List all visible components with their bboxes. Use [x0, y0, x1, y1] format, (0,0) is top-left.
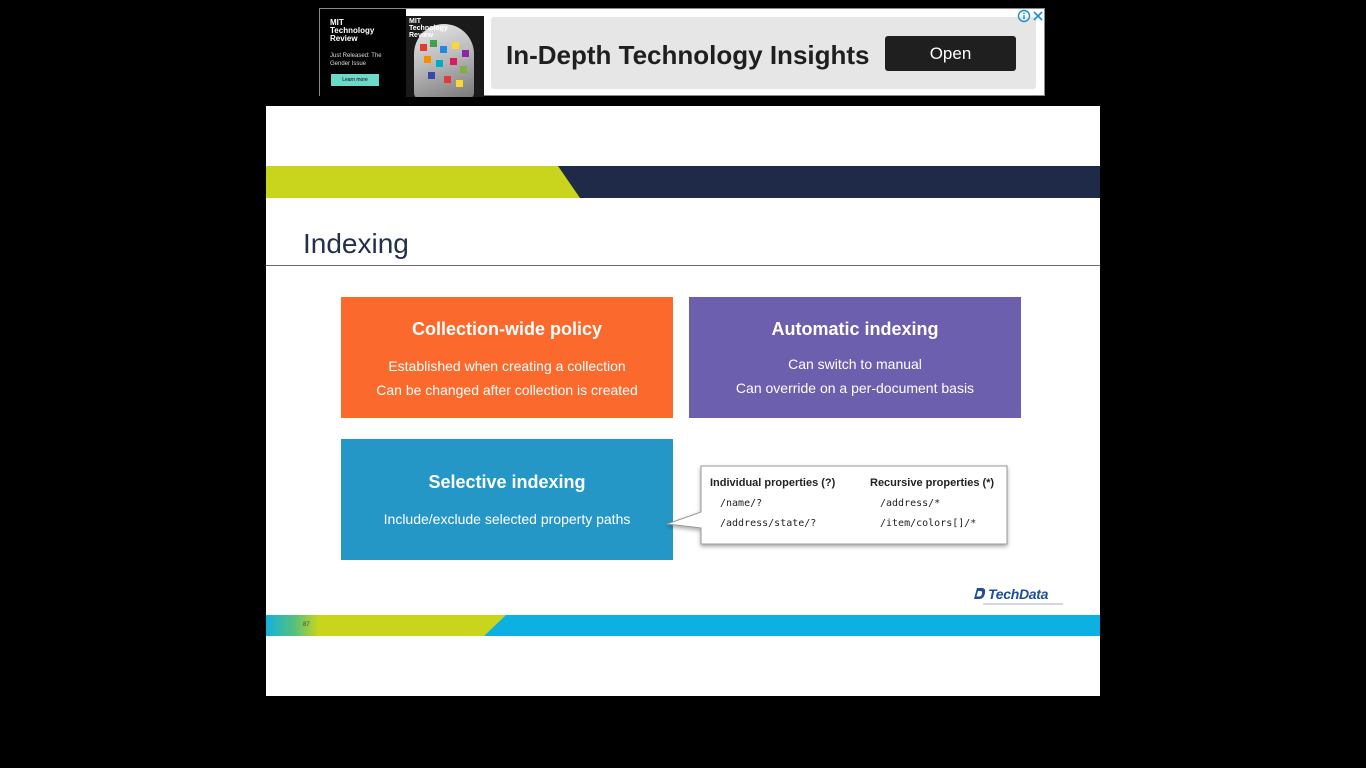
path-item: /address/state/?: [720, 518, 817, 529]
logo-underline: [982, 603, 1064, 605]
selective-indexing-title: Selective indexing: [428, 472, 586, 492]
close-icon[interactable]: [1031, 9, 1045, 23]
cover-pixel: [450, 58, 457, 65]
cover-pixel: [436, 60, 443, 67]
ad-banner[interactable]: MIT Technology Review Just Released: The…: [319, 8, 1045, 97]
cover-pixel: [452, 42, 459, 49]
bottom-decorative-band: [266, 615, 1100, 636]
ad-open-button[interactable]: Open: [885, 36, 1016, 71]
collection-policy-line-1: Established when creating a collection: [388, 358, 626, 374]
slide-title: Indexing: [303, 228, 409, 259]
individual-properties-header: Individual properties (?): [710, 477, 836, 489]
property-paths-callout: Individual properties (?) /name/? /addre…: [701, 466, 1007, 544]
top-decorative-band: [266, 166, 1100, 198]
automatic-indexing-title: Automatic indexing: [771, 319, 939, 339]
ad-headline: In-Depth Technology Insights: [506, 40, 870, 70]
ad-brand-panel: MIT Technology Review Just Released: The…: [320, 9, 406, 97]
title-divider: [266, 265, 1100, 266]
collection-policy-title: Collection-wide policy: [411, 319, 603, 339]
cover-pixel: [456, 80, 463, 87]
cover-pixel: [424, 56, 431, 63]
automatic-indexing-line-2: Can override on a per-document basis: [735, 380, 975, 396]
path-item: /item/colors[]/*: [880, 518, 977, 529]
recursive-properties-header: Recursive properties (*): [870, 477, 995, 489]
ad-magazine-cover: MIT Technology Review: [406, 16, 484, 97]
automatic-indexing-box: Automatic indexing Can switch to manual …: [689, 297, 1021, 418]
slide-page-number: 87: [303, 622, 310, 628]
collection-policy-line-2: Can be changed after collection is creat…: [376, 382, 638, 398]
cover-pixel: [430, 40, 437, 47]
selective-indexing-box: Selective indexing Include/exclude selec…: [341, 439, 673, 560]
selective-indexing-line-1: Include/exclude selected property paths: [383, 511, 631, 527]
cover-pixel: [460, 66, 467, 73]
collection-policy-box: Collection-wide policy Established when …: [341, 297, 673, 418]
individual-properties-column: Individual properties (?) /name/? /addre…: [710, 476, 835, 534]
presentation-slide: Indexing Collection-wide policy Establis…: [266, 106, 1100, 696]
cover-pixel: [440, 46, 447, 53]
automatic-indexing-line-1: Can switch to manual: [788, 356, 922, 372]
adchoices-info-icon[interactable]: [1017, 9, 1031, 23]
techdata-wordmark: TechData: [988, 586, 1049, 602]
path-item: /address/*: [880, 498, 941, 509]
ad-learn-more-button[interactable]: Learn more: [331, 74, 379, 86]
cover-pixel: [444, 76, 451, 83]
path-item: /name/?: [720, 498, 763, 509]
techdata-mark-icon: [974, 588, 986, 599]
ad-cta-panel[interactable]: In-Depth Technology Insights Open: [491, 17, 1036, 89]
techdata-logo: TechData: [973, 585, 1065, 605]
cover-pixel: [420, 44, 427, 51]
cover-pixel: [428, 72, 435, 79]
ad-tagline: Just Released: The Gender Issue: [330, 53, 382, 67]
ad-brand-logo: MIT Technology Review: [330, 18, 375, 43]
cover-title: MIT Technology Review: [409, 18, 448, 39]
cover-pixel: [462, 50, 469, 57]
recursive-properties-column: Recursive properties (*) /address/* /ite…: [870, 476, 994, 534]
